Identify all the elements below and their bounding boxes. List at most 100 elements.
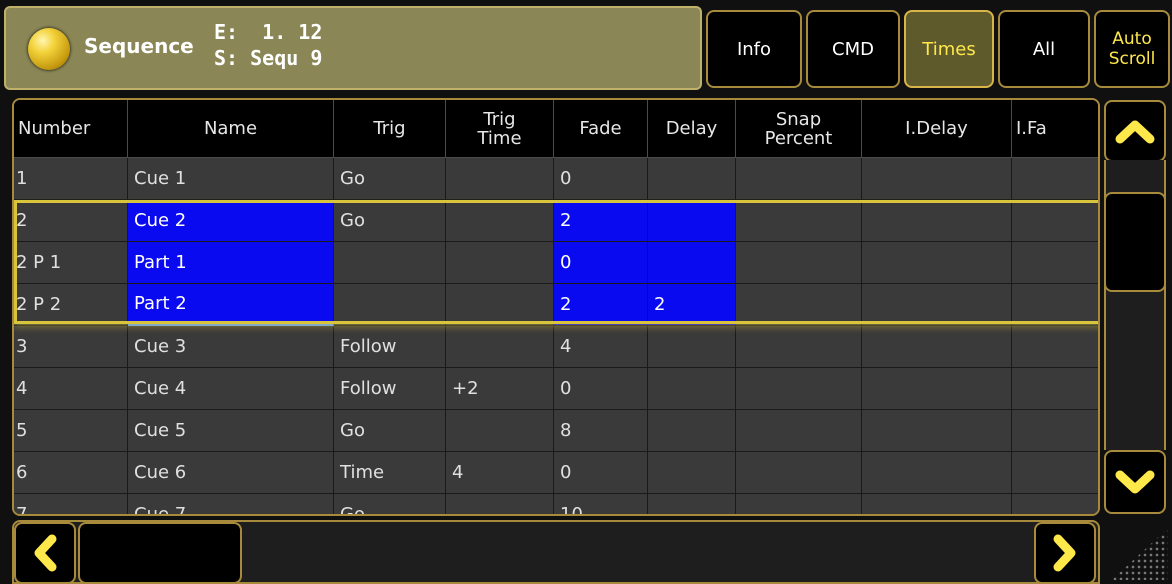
cell-delay[interactable] — [648, 242, 736, 284]
cell-snap-percent[interactable] — [736, 452, 862, 494]
cell-name[interactable]: Cue 6 — [128, 452, 334, 494]
scroll-left-button[interactable] — [14, 522, 76, 584]
cell-delay[interactable]: 2 — [648, 284, 736, 326]
cell-i-delay[interactable] — [862, 326, 1012, 368]
resize-grip-icon[interactable] — [1112, 528, 1168, 580]
cell-number[interactable]: 1 — [14, 158, 128, 200]
cell-snap-percent[interactable] — [736, 158, 862, 200]
cmd-button[interactable]: CMD — [806, 10, 900, 88]
cell-delay[interactable] — [648, 368, 736, 410]
cell-delay[interactable] — [648, 158, 736, 200]
scroll-right-button[interactable] — [1034, 522, 1096, 584]
cell-fade[interactable]: 8 — [554, 410, 648, 452]
cue-sheet-table[interactable]: Number Name Trig Trig Time Fade Delay Sn… — [12, 98, 1100, 516]
cell-i-fade[interactable] — [1012, 326, 1098, 368]
cell-snap-percent[interactable] — [736, 200, 862, 242]
cell-i-delay[interactable] — [862, 284, 1012, 326]
cell-fade[interactable]: 0 — [554, 242, 648, 284]
scroll-down-button[interactable] — [1104, 450, 1166, 514]
cell-trig[interactable]: Follow — [334, 368, 446, 410]
cell-trig[interactable]: Time — [334, 452, 446, 494]
cell-trig-time[interactable] — [446, 200, 554, 242]
table-row[interactable]: 4 Cue 4 Follow +2 0 — [14, 368, 1098, 410]
cell-name[interactable]: Cue 3 — [128, 326, 334, 368]
cell-delay[interactable] — [648, 494, 736, 514]
cell-i-fade[interactable] — [1012, 368, 1098, 410]
table-row[interactable]: 6 Cue 6 Time 4 0 — [14, 452, 1098, 494]
cell-trig[interactable] — [334, 284, 446, 326]
cell-name[interactable]: Cue 2 — [128, 200, 334, 242]
cell-delay[interactable] — [648, 200, 736, 242]
cell-number[interactable]: 6 — [14, 452, 128, 494]
cell-trig-time[interactable] — [446, 410, 554, 452]
cell-i-delay[interactable] — [862, 410, 1012, 452]
column-header-name[interactable]: Name — [128, 100, 334, 158]
cell-number[interactable]: 2 P 2 — [14, 284, 128, 326]
cell-trig[interactable]: Go — [334, 494, 446, 514]
cell-i-fade[interactable] — [1012, 452, 1098, 494]
cell-trig[interactable]: Follow — [334, 326, 446, 368]
column-header-trig-time[interactable]: Trig Time — [446, 100, 554, 158]
cell-fade[interactable]: 0 — [554, 158, 648, 200]
table-row[interactable]: 1 Cue 1 Go 0 — [14, 158, 1098, 200]
cell-trig[interactable] — [334, 242, 446, 284]
cell-i-fade[interactable] — [1012, 494, 1098, 514]
cell-name[interactable]: Cue 7 — [128, 494, 334, 514]
cell-number[interactable]: 2 — [14, 200, 128, 242]
column-header-number[interactable]: Number — [14, 100, 128, 158]
cell-number[interactable]: 2 P 1 — [14, 242, 128, 284]
cell-i-fade[interactable] — [1012, 242, 1098, 284]
cell-delay[interactable] — [648, 452, 736, 494]
table-row[interactable]: 3 Cue 3 Follow 4 — [14, 326, 1098, 368]
cell-i-delay[interactable] — [862, 494, 1012, 514]
cell-number[interactable]: 4 — [14, 368, 128, 410]
cell-snap-percent[interactable] — [736, 410, 862, 452]
column-header-snap-percent[interactable]: Snap Percent — [736, 100, 862, 158]
cell-fade[interactable]: 2 — [554, 284, 648, 326]
info-button[interactable]: Info — [706, 10, 802, 88]
cell-i-delay[interactable] — [862, 452, 1012, 494]
cell-fade[interactable]: 0 — [554, 452, 648, 494]
cell-trig-time[interactable] — [446, 326, 554, 368]
scroll-up-button[interactable] — [1104, 100, 1166, 162]
cell-name[interactable]: Part 2 — [128, 284, 334, 326]
cell-snap-percent[interactable] — [736, 494, 862, 514]
column-header-i-fade[interactable]: I.Fa — [1012, 100, 1098, 158]
cell-name[interactable]: Part 1 — [128, 242, 334, 284]
table-row[interactable]: 2 Cue 2 Go 2 — [14, 200, 1098, 242]
column-header-fade[interactable]: Fade — [554, 100, 648, 158]
cell-i-delay[interactable] — [862, 368, 1012, 410]
cell-i-fade[interactable] — [1012, 200, 1098, 242]
auto-scroll-button[interactable]: Auto Scroll — [1094, 10, 1170, 88]
cell-trig-time[interactable] — [446, 494, 554, 514]
cell-number[interactable]: 3 — [14, 326, 128, 368]
table-row[interactable]: 2 P 2 Part 2 22 — [14, 284, 1098, 326]
cell-trig[interactable]: Go — [334, 158, 446, 200]
cell-name[interactable]: Cue 4 — [128, 368, 334, 410]
cell-name[interactable]: Cue 1 — [128, 158, 334, 200]
cell-snap-percent[interactable] — [736, 284, 862, 326]
vertical-scroll-thumb[interactable] — [1104, 192, 1166, 292]
cell-snap-percent[interactable] — [736, 326, 862, 368]
cell-name[interactable]: Cue 5 — [128, 410, 334, 452]
table-row[interactable]: 7 Cue 7 Go 10 — [14, 494, 1098, 514]
cell-trig[interactable]: Go — [334, 200, 446, 242]
cell-fade[interactable]: 10 — [554, 494, 648, 514]
cell-trig-time[interactable] — [446, 284, 554, 326]
sequence-title-bar[interactable]: Sequence E: 1. 12 S: Sequ 9 — [4, 6, 702, 90]
cell-i-delay[interactable] — [862, 158, 1012, 200]
cell-snap-percent[interactable] — [736, 242, 862, 284]
column-header-trig[interactable]: Trig — [334, 100, 446, 158]
cell-i-delay[interactable] — [862, 242, 1012, 284]
cell-i-delay[interactable] — [862, 200, 1012, 242]
cell-delay[interactable] — [648, 410, 736, 452]
times-button[interactable]: Times — [904, 10, 994, 88]
cell-trig-time[interactable] — [446, 158, 554, 200]
cell-fade[interactable]: 4 — [554, 326, 648, 368]
cell-fade[interactable]: 2 — [554, 200, 648, 242]
cell-number[interactable]: 5 — [14, 410, 128, 452]
cell-fade[interactable]: 0 — [554, 368, 648, 410]
cell-number[interactable]: 7 — [14, 494, 128, 514]
cell-i-fade[interactable] — [1012, 410, 1098, 452]
cell-i-fade[interactable] — [1012, 158, 1098, 200]
